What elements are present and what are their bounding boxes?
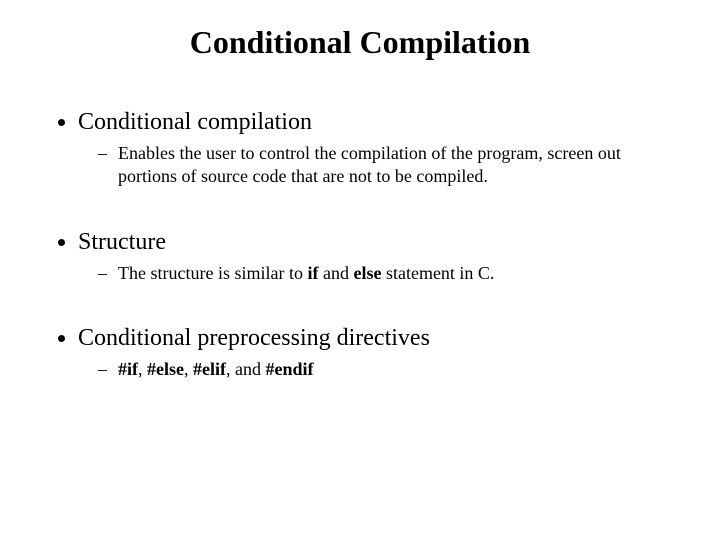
- keyword-else: else: [353, 263, 381, 283]
- bullet-item-conditional-compilation: Conditional compilation Enables the user…: [78, 109, 670, 189]
- bullet-list: Conditional compilation Enables the user…: [50, 109, 670, 382]
- separator: , and: [226, 359, 266, 379]
- bullet-item-structure: Structure The structure is similar to if…: [78, 229, 670, 285]
- slide-title: Conditional Compilation: [50, 24, 670, 61]
- sub-text: Enables the user to control the compilat…: [118, 143, 621, 186]
- sub-item: #if, #else, #elif, and #endif: [104, 358, 670, 381]
- directive-else: #else: [147, 359, 184, 379]
- sub-item: Enables the user to control the compilat…: [104, 142, 670, 189]
- bullet-item-directives: Conditional preprocessing directives #if…: [78, 325, 670, 381]
- bullet-heading: Conditional preprocessing directives: [78, 325, 430, 351]
- sub-list: #if, #else, #elif, and #endif: [78, 358, 670, 381]
- separator: ,: [184, 359, 193, 379]
- keyword-if: if: [307, 263, 318, 283]
- sub-list: The structure is similar to if and else …: [78, 262, 670, 285]
- sub-item: The structure is similar to if and else …: [104, 262, 670, 285]
- directive-if: #if: [118, 359, 138, 379]
- directive-elif: #elif: [193, 359, 226, 379]
- sub-text-mid: and: [318, 263, 353, 283]
- sub-text-prefix: The structure is similar to: [118, 263, 307, 283]
- sub-list: Enables the user to control the compilat…: [78, 142, 670, 189]
- bullet-heading: Conditional compilation: [78, 109, 312, 135]
- separator: ,: [138, 359, 147, 379]
- bullet-heading: Structure: [78, 229, 166, 255]
- sub-text-suffix: statement in C.: [381, 263, 494, 283]
- directive-endif: #endif: [265, 359, 313, 379]
- slide: Conditional Compilation Conditional comp…: [0, 0, 720, 540]
